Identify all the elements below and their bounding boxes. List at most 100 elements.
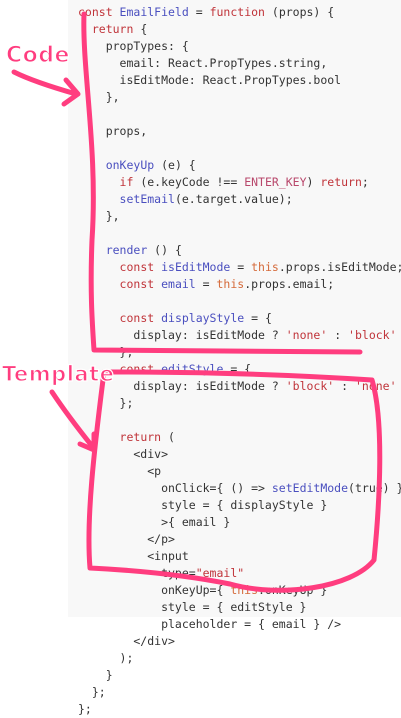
code-line: style = { displayStyle } — [78, 497, 327, 514]
code-token: setEditMode — [271, 481, 349, 495]
code-token: propTypes: { — [78, 39, 189, 53]
code-token: = — [188, 5, 210, 19]
code-token: : — [327, 328, 349, 342]
code-token: ENTER_KEY — [244, 175, 307, 189]
code-token: render — [105, 243, 148, 257]
code-token: email — [161, 277, 196, 291]
code-line: <input — [78, 548, 189, 565]
code-line: display: isEditMode ? 'block' : 'none' — [78, 378, 396, 395]
code-token: } — [78, 668, 113, 682]
code-line: }, — [78, 208, 120, 225]
code-token: }; — [78, 685, 106, 699]
code-line: email: React.PropTypes.string, — [78, 55, 328, 72]
code-line: }; — [78, 684, 106, 701]
code-token: displayStyle — [161, 311, 245, 325]
code-line: </div> — [78, 633, 175, 650]
code-token: const — [119, 362, 162, 376]
code-line: >{ email } — [78, 514, 230, 531]
code-token: const — [119, 311, 162, 325]
code-token: onKeyUp={ — [78, 583, 231, 597]
code-token: display: isEditMode ? — [78, 328, 286, 342]
code-line: onKeyUp (e) { — [78, 157, 196, 174]
code-token: </div> — [78, 634, 175, 648]
code-line: }, — [78, 89, 120, 106]
code-token: EmailField — [119, 5, 189, 19]
code-token: const — [78, 5, 120, 19]
code-token: }; — [78, 345, 134, 359]
code-line: const email = this.props.email; — [78, 276, 335, 293]
code-callout-label: Code — [5, 42, 70, 68]
code-token: <div> — [78, 447, 169, 461]
code-line: const EmailField = function (props) { — [78, 4, 334, 21]
code-line: onClick={ () => setEditMode(true) } — [78, 480, 401, 497]
code-token: onClick={ () => — [78, 481, 272, 495]
code-token: ( — [161, 430, 175, 444]
code-token: </p> — [78, 532, 175, 546]
code-line: </p> — [78, 531, 175, 548]
code-token: onKeyUp — [105, 158, 155, 172]
code-token: = { — [244, 311, 272, 325]
template-callout-label: Template — [1, 361, 115, 386]
code-token: (e) { — [154, 158, 196, 172]
code-line: setEmail(e.target.value); — [78, 191, 293, 208]
code-token: placeholder = { email } /> — [78, 617, 342, 631]
code-token: style = { displayStyle } — [78, 498, 328, 512]
code-panel: const EmailField = function (props) { re… — [68, 0, 401, 716]
code-token: () { — [147, 243, 182, 257]
code-token: }, — [78, 209, 120, 223]
code-token: style = { editStyle } — [78, 600, 307, 614]
code-line: <div> — [78, 446, 168, 463]
code-token: { — [133, 22, 148, 36]
code-line: }; — [78, 701, 92, 718]
code-token: function — [209, 5, 265, 19]
code-token: this — [216, 277, 245, 291]
code-token: 'block' — [348, 328, 397, 342]
code-token: >{ email } — [78, 515, 231, 529]
code-token: = — [195, 277, 217, 291]
code-token: = — [230, 260, 252, 274]
code-token: = { — [223, 362, 252, 376]
code-token: if — [119, 175, 134, 189]
code-token: 'none' — [285, 328, 328, 342]
code-token: this — [251, 260, 279, 274]
code-line: <p — [78, 463, 161, 480]
code-token: this — [230, 583, 259, 597]
code-line: }; — [78, 395, 134, 412]
code-line: style = { editStyle } — [78, 599, 306, 616]
code-token: .props.email; — [244, 277, 335, 291]
code-line: if (e.keyCode !== ENTER_KEY) return; — [78, 174, 369, 191]
code-token: email: React.PropTypes.string, — [78, 56, 328, 70]
code-line: ); — [78, 650, 134, 667]
code-token: const — [119, 260, 162, 274]
code-line: type="email" — [78, 565, 244, 582]
code-line: return { — [78, 21, 147, 38]
code-token: "email" — [195, 566, 245, 580]
code-line: propTypes: { — [78, 38, 189, 55]
code-line: props, — [78, 123, 148, 140]
code-token: .props.isEditMode; — [278, 260, 401, 274]
code-token: ; — [361, 175, 369, 189]
code-token: type= — [78, 566, 196, 580]
code-token: (e.keyCode !== — [133, 175, 245, 189]
code-token: }; — [78, 396, 134, 410]
code-token: ) — [306, 175, 321, 189]
code-token: const — [119, 277, 162, 291]
code-line: placeholder = { email } /> — [78, 616, 341, 633]
code-token: return — [119, 430, 162, 444]
code-line: onKeyUp={ this.onKeyUp } — [78, 582, 327, 599]
code-token: <p — [78, 464, 162, 478]
code-line: display: isEditMode ? 'none' : 'block' — [78, 327, 397, 344]
code-line: const displayStyle = { — [78, 310, 272, 327]
code-token: return — [320, 175, 362, 189]
code-line: const isEditMode = this.props.isEditMode… — [78, 259, 401, 276]
code-token: (e.target.value); — [174, 192, 293, 206]
code-token: setEmail — [119, 192, 175, 206]
code-line: render () { — [78, 242, 182, 259]
code-token: .onKeyUp } — [258, 583, 328, 597]
